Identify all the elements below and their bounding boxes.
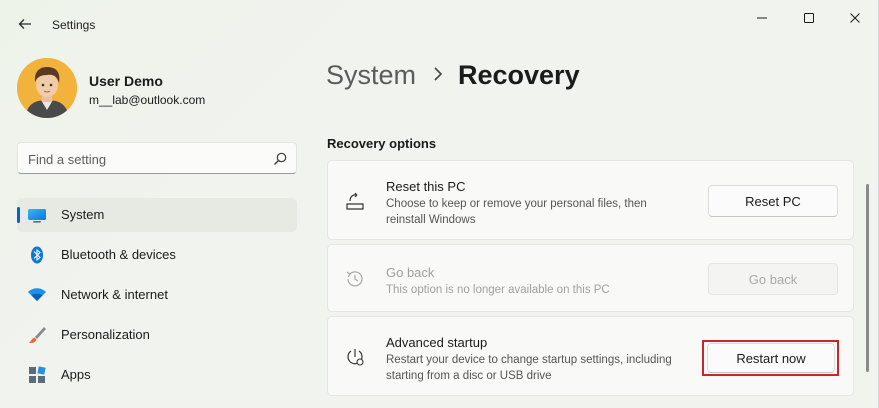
close-icon xyxy=(850,13,860,23)
reset-pc-icon xyxy=(346,192,364,210)
title-bar: Settings xyxy=(0,0,879,36)
active-indicator xyxy=(17,207,20,223)
reset-pc-card: Reset this PC Choose to keep or remove y… xyxy=(327,160,854,240)
restart-now-highlight xyxy=(702,340,839,376)
chevron-right-icon xyxy=(434,67,443,81)
history-icon xyxy=(346,271,363,287)
maximize-button[interactable] xyxy=(786,6,832,30)
close-button[interactable] xyxy=(832,6,878,30)
minimize-button[interactable] xyxy=(739,6,785,30)
brush-icon xyxy=(29,327,46,344)
user-avatar-icon xyxy=(17,58,77,118)
back-arrow-icon xyxy=(18,19,31,29)
search-icon[interactable] xyxy=(272,151,288,167)
sidebar-item-bluetooth[interactable]: Bluetooth & devices xyxy=(17,238,297,272)
section-title: Recovery options xyxy=(327,136,437,151)
app-title: Settings xyxy=(52,18,96,32)
apps-icon xyxy=(29,366,46,383)
breadcrumb-parent[interactable]: System xyxy=(326,60,416,91)
card-description: Restart your device to change startup se… xyxy=(386,354,672,382)
card-title: Advanced startup xyxy=(386,335,488,350)
wifi-icon xyxy=(28,288,46,301)
sidebar-item-label: System xyxy=(61,207,105,222)
user-name: User Demo xyxy=(89,73,163,89)
sidebar-item-apps[interactable]: Apps xyxy=(17,358,297,392)
sidebar-item-network[interactable]: Network & internet xyxy=(17,278,297,312)
card-description: Choose to keep or remove your personal f… xyxy=(386,198,647,226)
search-box[interactable] xyxy=(17,142,297,174)
avatar[interactable] xyxy=(17,58,77,118)
search-input[interactable] xyxy=(28,149,258,169)
card-title: Reset this PC xyxy=(386,179,466,194)
card-description: This option is no longer available on th… xyxy=(386,284,610,296)
user-email: m__lab@outlook.com xyxy=(89,93,206,107)
go-back-card: Go back This option is no longer availab… xyxy=(327,244,854,312)
bluetooth-icon xyxy=(31,246,43,264)
maximize-icon xyxy=(804,13,814,23)
sidebar-item-personalization[interactable]: Personalization xyxy=(17,318,297,352)
minimize-icon xyxy=(757,17,767,19)
advanced-startup-icon xyxy=(347,349,364,366)
sidebar-item-label: Network & internet xyxy=(61,287,168,302)
sidebar-item-label: Bluetooth & devices xyxy=(61,247,176,262)
sidebar-item-system[interactable]: System xyxy=(17,198,297,232)
card-title: Go back xyxy=(386,265,435,280)
page-title: Recovery xyxy=(458,60,580,90)
monitor-icon xyxy=(28,209,46,223)
scrollbar[interactable] xyxy=(866,184,869,372)
sidebar-item-label: Apps xyxy=(61,367,91,382)
reset-pc-button[interactable]: Reset PC xyxy=(708,185,838,217)
sidebar-item-label: Personalization xyxy=(61,327,150,342)
go-back-button[interactable]: Go back xyxy=(708,263,838,295)
back-button[interactable] xyxy=(10,10,40,38)
